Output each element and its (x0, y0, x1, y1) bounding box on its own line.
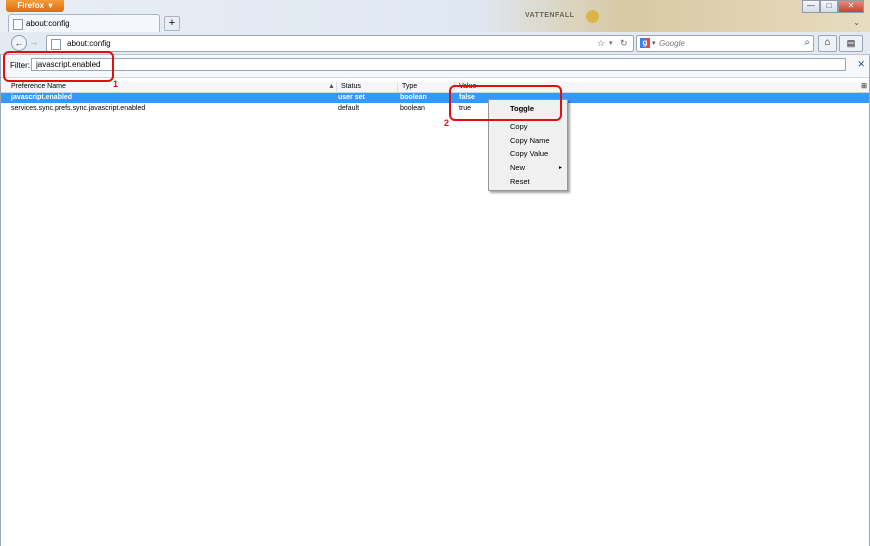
minimize-button[interactable]: — (802, 0, 820, 13)
annotation-number-2: 2 (444, 118, 450, 128)
pref-status: user set (338, 94, 365, 101)
column-header-type[interactable]: Type (398, 82, 455, 92)
title-bar: Firefox ▾ about:config + VATTENFALL — □ … (0, 0, 870, 34)
pref-status: default (338, 105, 360, 112)
url-history-dropdown-icon[interactable]: ▾ (609, 39, 613, 47)
context-menu-item-copy[interactable]: Copy (489, 121, 567, 133)
google-engine-icon[interactable]: g (640, 38, 650, 48)
back-button[interactable]: ← (11, 35, 27, 51)
pref-type: boolean (400, 94, 427, 101)
annotation-highlight-toggle (449, 85, 562, 121)
about-config-page: Filter: ✕ Preference Name ▲ Status Type … (0, 55, 870, 546)
pref-type: boolean (400, 105, 425, 112)
list-all-tabs-icon[interactable]: ⌄ (853, 18, 860, 27)
column-picker-icon[interactable]: ⊞ (861, 82, 867, 92)
annotation-highlight-filter (3, 51, 114, 82)
search-engine-dropdown-icon[interactable]: ▾ (652, 39, 656, 47)
page-icon (51, 39, 61, 50)
reload-icon[interactable]: ↻ (620, 38, 628, 49)
bookmark-star-icon[interactable]: ☆ (597, 38, 605, 49)
sun-logo-icon (586, 10, 599, 23)
filter-row: Filter: ✕ (1, 55, 869, 78)
submenu-arrow-icon: ▸ (558, 165, 562, 171)
sort-ascending-icon: ▲ (328, 83, 335, 90)
chevron-down-icon: ▾ (46, 1, 53, 10)
firefox-menu-button[interactable]: Firefox ▾ (6, 0, 64, 12)
column-header-name[interactable]: Preference Name (7, 82, 337, 92)
navigation-toolbar: ← → about:config ☆ ▾ ↻ g ▾ Google ⌕ ⌂ ▤ (0, 32, 870, 55)
annotation-number-1: 1 (113, 79, 119, 89)
pref-name: services.sync.prefs.sync.javascript.enab… (11, 105, 146, 112)
tab-title: about:config (26, 19, 70, 28)
tab-about-config[interactable]: about:config (8, 14, 160, 33)
firefox-menu-label: Firefox (17, 1, 45, 10)
url-text[interactable]: about:config (67, 39, 111, 48)
context-menu-item-copy-value[interactable]: Copy Value (489, 148, 567, 160)
context-menu-item-new-label: New (510, 163, 526, 172)
brand-logo: VATTENFALL (525, 10, 600, 24)
context-menu-item-copy-name[interactable]: Copy Name (489, 135, 567, 147)
new-tab-button[interactable]: + (164, 16, 180, 31)
toolbar-menu-button[interactable]: ▤ (839, 35, 863, 52)
home-button[interactable]: ⌂ (818, 35, 837, 52)
search-icon[interactable]: ⌕ (804, 37, 810, 48)
table-row[interactable]: services.sync.prefs.sync.javascript.enab… (1, 104, 869, 114)
search-placeholder[interactable]: Google (659, 39, 685, 48)
context-menu-item-new[interactable]: New ▸ (489, 162, 567, 174)
page-icon (13, 19, 23, 30)
close-window-button[interactable]: ✕ (838, 0, 864, 13)
table-row[interactable]: javascript.enabled user set boolean fals… (1, 93, 869, 103)
url-bar[interactable]: about:config ☆ ▾ ↻ (46, 35, 634, 52)
search-bar[interactable]: g ▾ Google ⌕ (636, 35, 814, 52)
filter-input[interactable] (31, 58, 846, 71)
pref-name: javascript.enabled (11, 94, 73, 101)
logo-text: VATTENFALL (525, 12, 575, 19)
table-header: Preference Name ▲ Status Type Value ⊞ (1, 82, 869, 93)
column-header-status[interactable]: Status (337, 82, 398, 92)
context-menu-item-reset[interactable]: Reset (489, 176, 567, 188)
forward-button[interactable]: → (27, 35, 41, 49)
clear-filter-icon[interactable]: ✕ (857, 59, 865, 70)
maximize-button[interactable]: □ (820, 0, 838, 13)
